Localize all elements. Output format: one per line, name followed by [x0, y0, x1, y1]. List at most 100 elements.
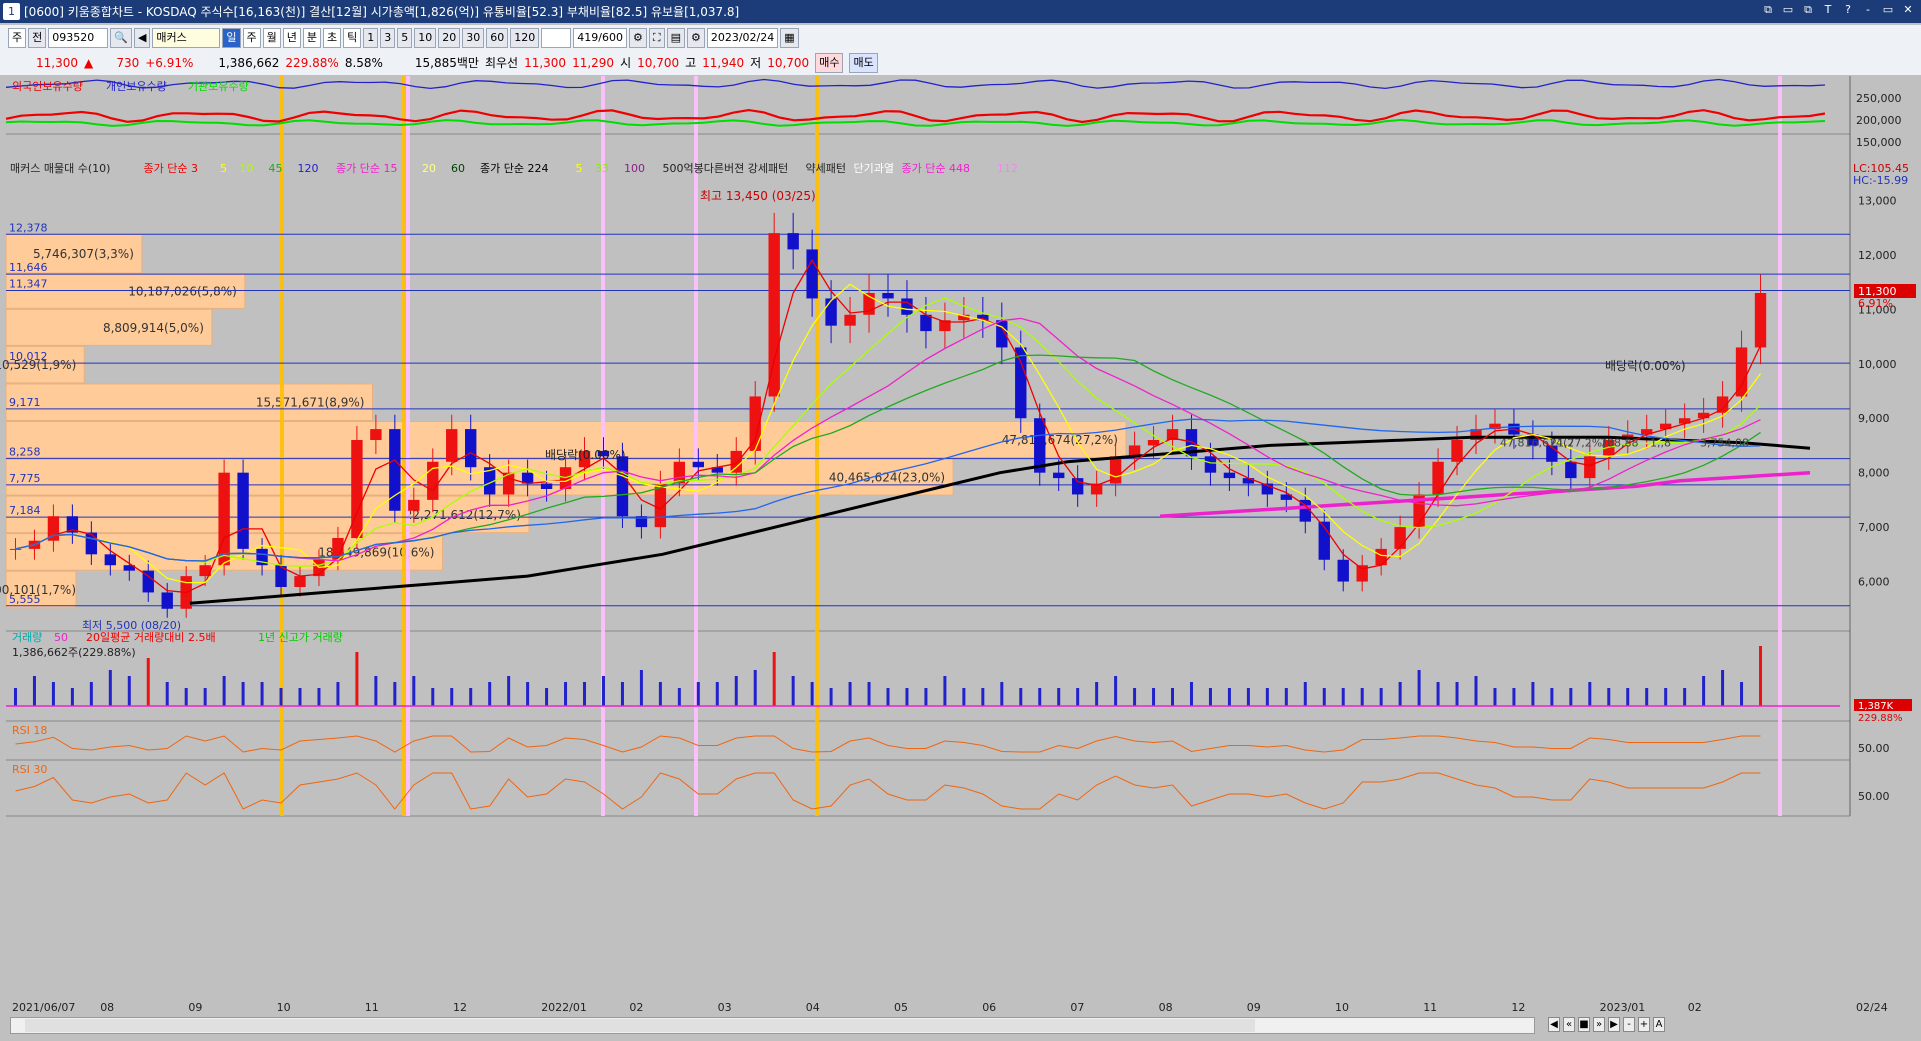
volume-bar	[51, 682, 55, 706]
chart-type-icon[interactable]: ⚙	[629, 27, 647, 48]
top-axis-label: 150,000	[1856, 136, 1902, 149]
zoom-out-icon[interactable]: -	[1623, 1017, 1635, 1032]
volume-bar	[1379, 688, 1383, 706]
period-day-button[interactable]: 일	[222, 27, 241, 48]
help-icon[interactable]: ?	[1841, 3, 1855, 17]
settings-icon[interactable]: ⚙	[686, 27, 705, 48]
price-legend-item: 종가 단순 3	[144, 162, 198, 175]
maximize-icon[interactable]: ▭	[1881, 3, 1895, 17]
volume-bar	[848, 682, 852, 706]
volume-bar	[924, 688, 928, 706]
period-second-button[interactable]: 초	[323, 27, 342, 48]
period-minute-button[interactable]: 분	[302, 27, 322, 48]
scroll-last-icon[interactable]: »	[1593, 1017, 1605, 1032]
scroll-first-icon[interactable]: «	[1563, 1017, 1575, 1032]
prev-button[interactable]: 전	[28, 27, 47, 48]
high-label: 고	[685, 56, 697, 70]
font-size-icon[interactable]: A	[1653, 1017, 1665, 1032]
period-month-button[interactable]: 월	[262, 27, 281, 48]
volume-bar	[488, 682, 492, 706]
best-price-label: 최우선	[484, 56, 519, 70]
title-bar: 1 [0600] 키움종합차트 - KOSDAQ 주식수[16,163(천)] …	[0, 0, 1921, 23]
volume-bar	[601, 676, 605, 706]
level-label: 8,258	[9, 446, 41, 459]
price-axis-label: 7,000	[1858, 521, 1890, 534]
minute-10-button[interactable]: 10	[414, 27, 437, 48]
minute-120-button[interactable]: 120	[510, 27, 540, 48]
buy-button[interactable]: 매수	[815, 52, 844, 73]
minute-3-button[interactable]: 3	[380, 27, 396, 48]
minimize-icon[interactable]: -	[1861, 3, 1875, 17]
minute-30-button[interactable]: 30	[462, 27, 485, 48]
zoom-in-icon[interactable]: +	[1638, 1017, 1650, 1032]
level-label: 7,775	[9, 472, 41, 485]
custom-period-input[interactable]	[541, 27, 572, 48]
horizontal-scrollbar[interactable]	[10, 1017, 1535, 1034]
scrollbar-thumb[interactable]	[25, 1019, 1255, 1032]
speaker-icon[interactable]: ◀	[133, 27, 151, 48]
x-axis-label: 12	[453, 1001, 467, 1014]
volume-bar	[203, 688, 207, 706]
stock-code-input[interactable]: 093520	[48, 27, 109, 48]
chart-canvas[interactable]: 5,746,307(3,3%) 10,187,026(5,8%) 8,809,914…	[0, 76, 1921, 1041]
stock-name-field[interactable]: 매커스	[152, 27, 221, 48]
price-legend-item: 45	[269, 162, 283, 175]
search-icon[interactable]: 🔍	[110, 27, 132, 48]
volume-bar	[867, 682, 871, 706]
volume-bar	[13, 688, 17, 706]
minute-1-button[interactable]: 1	[363, 27, 379, 48]
window-restore-icon[interactable]: ▭	[1781, 3, 1795, 17]
period-week-button[interactable]: 주	[242, 27, 261, 48]
volume-bar	[1493, 688, 1497, 706]
window-layout-icon[interactable]: ⧉	[1761, 3, 1775, 17]
trade-amount: 15,885백만	[414, 56, 479, 70]
x-axis-label: 09	[188, 1001, 202, 1014]
bar-count-field[interactable]: 419/600	[573, 27, 627, 48]
x-axis-label: 07	[1070, 1001, 1084, 1014]
volume-bar	[583, 682, 587, 706]
low-price: 10,700	[767, 55, 810, 70]
price-legend-item: 5	[576, 162, 583, 175]
candle-body	[218, 472, 230, 566]
save-icon[interactable]: ▤	[666, 27, 685, 48]
volume-bar	[1076, 688, 1080, 706]
period-year-button[interactable]: 년	[282, 27, 301, 48]
chart-area[interactable]: 5,746,307(3,3%) 10,187,026(5,8%) 8,809,914…	[0, 76, 1921, 1041]
minute-60-button[interactable]: 60	[486, 27, 509, 48]
period-unit-select[interactable]: 주	[8, 27, 27, 48]
volume-bar	[260, 682, 264, 706]
minute-5-button[interactable]: 5	[397, 27, 413, 48]
candle-body	[1451, 440, 1463, 462]
candle-body	[237, 472, 249, 549]
x-axis-label: 05	[894, 1001, 908, 1014]
price-legend-item: 약세패턴	[806, 161, 846, 175]
window-tile-icon[interactable]: ⧉	[1801, 3, 1815, 17]
level-label: 10,012	[9, 350, 48, 363]
volume-bar	[146, 658, 150, 706]
x-axis-label: 11	[1423, 1001, 1437, 1014]
volume-bar	[791, 676, 795, 706]
scroll-right-icon[interactable]: ▶	[1608, 1017, 1620, 1032]
volume-bar	[772, 652, 776, 706]
candle-body	[901, 298, 913, 315]
compare-icon[interactable]: ⛶	[648, 27, 665, 48]
volume-bar	[1588, 682, 1592, 706]
volume-info: 1,386,662주(229.88%)	[12, 646, 136, 659]
candle-body	[787, 233, 799, 250]
sell-button[interactable]: 매도	[849, 52, 878, 73]
scroll-stop-icon[interactable]: ■	[1578, 1017, 1590, 1032]
volume-bar	[336, 682, 340, 706]
candle-body	[616, 456, 629, 517]
calendar-icon[interactable]: ▦	[780, 27, 799, 48]
minute-20-button[interactable]: 20	[438, 27, 461, 48]
volume-bar	[1265, 688, 1269, 706]
volume-profile-box	[5, 458, 954, 496]
scroll-left-icon[interactable]: ◀	[1548, 1017, 1560, 1032]
close-icon[interactable]: ✕	[1901, 3, 1915, 17]
date-input[interactable]: 2023/02/24	[706, 27, 779, 48]
window-font-icon[interactable]: T	[1821, 3, 1835, 17]
chart-toolbar: 주 전 093520 🔍 ◀ 매커스 일 주 월 년 분 초 틱 1 3 5 1…	[0, 25, 1921, 50]
candle-body	[1394, 527, 1406, 549]
volume-bar	[1038, 688, 1042, 706]
period-tick-button[interactable]: 틱	[343, 27, 362, 48]
